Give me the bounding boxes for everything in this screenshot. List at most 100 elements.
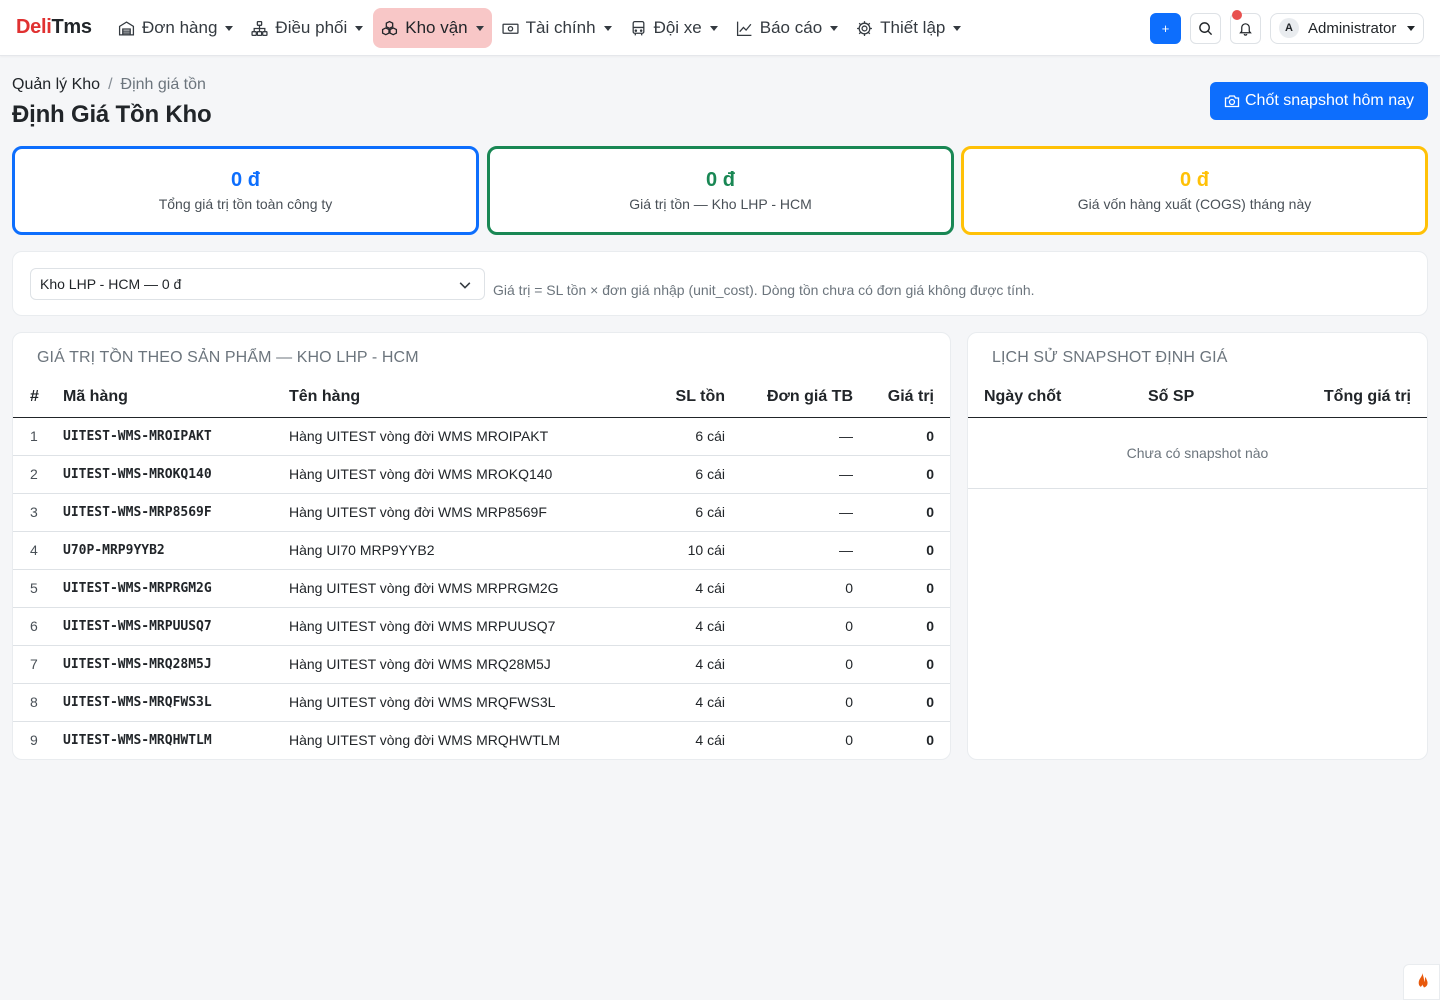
product-name: Hàng UITEST vòng đời WMS MROKQ140 <box>289 455 619 494</box>
nav-label: Thiết lập <box>880 18 946 37</box>
nav-label: Đội xe <box>653 18 702 37</box>
caret-down-icon <box>1407 25 1415 31</box>
stat-value: 0 đ <box>706 169 735 191</box>
table-row: 2 UITEST-WMS-MROKQ140 Hàng UITEST vòng đời… <box>13 455 950 494</box>
stock-value: 0 <box>853 531 950 570</box>
caret-down-icon <box>709 25 718 31</box>
notifications-button[interactable] <box>1230 9 1261 44</box>
take-snapshot-button[interactable]: Chốt snapshot hôm nay <box>1210 82 1428 120</box>
warehouse-select[interactable]: Kho LHP - HCM — 0 đ <box>30 268 485 300</box>
hierarchy-icon <box>251 20 268 36</box>
product-code: UITEST-WMS-MRQHWTLM <box>63 721 289 759</box>
stat-label: Giá vốn hàng xuất (COGS) tháng này <box>1077 196 1312 212</box>
column-header-value: Giá trị <box>853 378 950 418</box>
unit-price: 0 <box>725 607 853 646</box>
search-button[interactable] <box>1190 12 1221 44</box>
brand-logo[interactable]: DeliTms <box>16 16 92 39</box>
caret-down-icon <box>830 25 839 31</box>
row-index: 9 <box>13 721 63 759</box>
stat-label: Giá trị tồn — Kho LHP - HCM <box>629 196 812 212</box>
product-code: UITEST-WMS-MRPRGM2G <box>63 569 289 608</box>
product-name: Hàng UITEST vòng đời WMS MRQHWTLM <box>289 721 619 759</box>
stat-value: 0 đ <box>1180 169 1209 191</box>
table-row: 8 UITEST-WMS-MRQFWS3L Hàng UITEST vòng đời… <box>13 683 950 722</box>
table-row: 3 UITEST-WMS-MRP8569F Hàng UITEST vòng đời… <box>13 493 950 532</box>
bell-icon <box>1239 22 1252 36</box>
product-code: UITEST-WMS-MROIPAKT <box>63 417 289 456</box>
unit-price: 0 <box>725 721 853 759</box>
quick-add-button[interactable]: + <box>1150 12 1181 44</box>
row-index: 8 <box>13 683 63 722</box>
main-nav: Đơn hàng Điều phối Kho vận Tài chính Đội… <box>110 8 971 48</box>
snapshot-button-label: Chốt snapshot hôm nay <box>1245 92 1414 109</box>
table-row: 5 UITEST-WMS-MRPRGM2G Hàng UITEST vòng đời… <box>13 569 950 608</box>
stock-qty: 10 cái <box>619 531 725 570</box>
notification-dot <box>1232 9 1242 20</box>
nav-label: Tài chính <box>525 18 596 37</box>
column-header-qty: SL tồn <box>619 378 725 418</box>
product-code: UITEST-WMS-MRQ28M5J <box>63 645 289 684</box>
nav-item-warehouse[interactable]: Kho vận <box>373 8 492 48</box>
brand-part-2: Tms <box>51 16 92 38</box>
flame-icon <box>1418 973 1428 990</box>
nav-item-finance[interactable]: Tài chính <box>494 8 620 48</box>
nav-item-fleet[interactable]: Đội xe <box>622 8 726 48</box>
row-index: 2 <box>13 455 63 494</box>
caret-down-icon <box>953 25 962 31</box>
card-title: LỊCH SỬ SNAPSHOT ĐỊNH GIÁ <box>992 349 1228 366</box>
row-index: 3 <box>13 493 63 532</box>
stock-value: 0 <box>853 683 950 722</box>
breadcrumb-current: Định giá tồn <box>120 76 206 93</box>
product-name: Hàng UITEST vòng đời WMS MRPRGM2G <box>289 569 619 608</box>
stock-qty: 4 cái <box>619 683 725 722</box>
nav-item-settings[interactable]: Thiết lập <box>848 8 969 48</box>
product-value-card: GIÁ TRỊ TỒN THEO SẢN PHẨM — KHO LHP - HC… <box>12 332 951 760</box>
stock-qty: 4 cái <box>619 607 725 646</box>
caret-down-icon <box>355 25 364 31</box>
stat-card-warehouse-value: 0 đ Giá trị tồn — Kho LHP - HCM <box>487 146 954 235</box>
unit-price: 0 <box>725 645 853 684</box>
row-index: 7 <box>13 645 63 684</box>
stat-card-cogs: 0 đ Giá vốn hàng xuất (COGS) tháng này <box>961 146 1428 235</box>
stock-qty: 4 cái <box>619 721 725 759</box>
product-name: Hàng UITEST vòng đời WMS MRQ28M5J <box>289 645 619 684</box>
camera-icon <box>1224 95 1240 108</box>
nav-item-dispatch[interactable]: Điều phối <box>243 8 371 48</box>
stat-label: Tổng giá trị tồn toàn công ty <box>158 196 333 212</box>
product-name: Hàng UITEST vòng đời WMS MRPUUSQ7 <box>289 607 619 646</box>
table-row: 6 UITEST-WMS-MRPUUSQ7 Hàng UITEST vòng đời… <box>13 607 950 646</box>
breadcrumb-separator: / <box>108 76 113 93</box>
column-header-code: Mã hàng <box>63 378 289 418</box>
stock-value: 0 <box>853 417 950 456</box>
user-name: Administrator <box>1308 19 1397 37</box>
column-header-date: Ngày chốt <box>968 378 1148 418</box>
stock-value: 0 <box>853 607 950 646</box>
column-header-index: # <box>13 378 63 418</box>
empty-state-text: Chưa có snapshot nào <box>968 417 1427 489</box>
cash-icon <box>502 23 519 34</box>
nav-item-orders[interactable]: Đơn hàng <box>110 8 241 48</box>
breadcrumb-parent-link[interactable]: Quản lý Kho <box>12 76 100 94</box>
nav-label: Đơn hàng <box>142 18 218 37</box>
debug-toolbar-button[interactable] <box>1403 964 1440 1000</box>
unit-price: — <box>725 493 853 532</box>
caret-down-icon <box>225 25 234 31</box>
brand-part-1: Deli <box>16 16 52 38</box>
product-code: UITEST-WMS-MRQFWS3L <box>63 683 289 722</box>
row-index: 1 <box>13 417 63 456</box>
snapshot-history-card: LỊCH SỬ SNAPSHOT ĐỊNH GIÁ Ngày chốt Số S… <box>967 332 1428 760</box>
table-row: 4 U70P-MRP9YYB2 Hàng UI70 MRP9YYB2 10 cái —0 <box>13 531 950 570</box>
breadcrumb: Quản lý Kho / Định giá tồn <box>12 76 206 94</box>
product-code: UITEST-WMS-MRP8569F <box>63 493 289 532</box>
nav-label: Kho vận <box>405 18 468 37</box>
column-header-count: Số SP <box>1148 378 1268 418</box>
avatar: A <box>1279 18 1299 38</box>
filter-card: Kho LHP - HCM — 0 đ Giá trị = SL tồn × đ… <box>12 251 1428 316</box>
user-menu-button[interactable]: A Administrator <box>1270 12 1424 44</box>
unit-price: — <box>725 531 853 570</box>
card-title: GIÁ TRỊ TỒN THEO SẢN PHẨM — KHO LHP - HC… <box>37 349 419 366</box>
product-value-table: # Mã hàng Tên hàng SL tồn Đơn giá TB Giá… <box>13 378 950 759</box>
nav-item-reports[interactable]: Báo cáo <box>728 8 846 48</box>
stock-value: 0 <box>853 645 950 684</box>
stat-value: 0 đ <box>231 169 260 191</box>
